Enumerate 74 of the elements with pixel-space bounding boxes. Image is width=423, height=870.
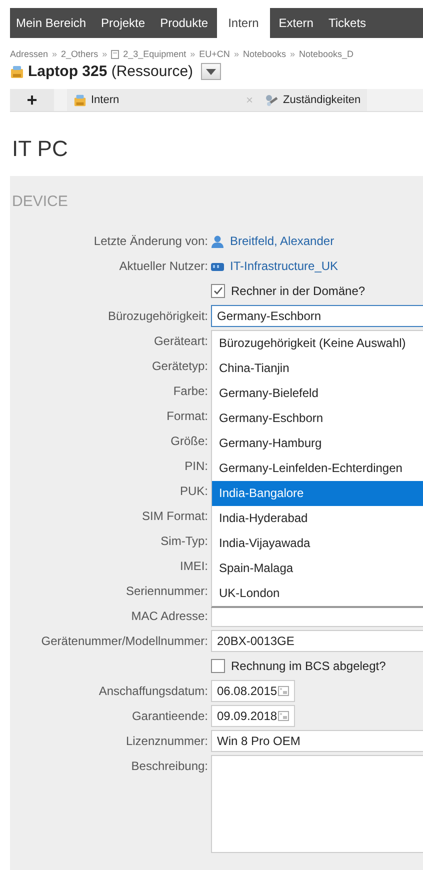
dropdown-option[interactable]: Germany-Bielefeld: [212, 381, 423, 406]
breadcrumb-separator: »: [190, 49, 196, 59]
checkbox[interactable]: [211, 284, 225, 298]
briefcase-icon: [10, 64, 24, 78]
document-icon: [111, 50, 120, 58]
checkbox-label: Rechner in der Domäne?: [231, 284, 366, 298]
field-label: Seriennummer:: [124, 583, 208, 600]
text-field[interactable]: Win 8 Pro OEM: [211, 730, 423, 752]
page-title: IT PC: [11, 135, 69, 163]
dropdown-option[interactable]: India-Vijayawada: [212, 531, 423, 556]
text-field[interactable]: 20BX-0013GE: [211, 630, 423, 652]
breadcrumb-link[interactable]: Notebooks: [242, 49, 286, 59]
tab[interactable]: Intern ×: [67, 89, 259, 111]
field-label: IMEI:: [178, 558, 208, 575]
briefcase-icon: [73, 94, 87, 106]
breadcrumb-link[interactable]: 2_Others: [61, 49, 98, 59]
checkbox-label: Rechnung im BCS abgelegt?: [231, 659, 386, 673]
section-heading: DEVICE: [11, 193, 69, 210]
nav-tab[interactable]: Tickets: [322, 8, 372, 38]
field-label: Garantieende:: [130, 708, 208, 725]
field-label: Format:: [166, 408, 208, 425]
nav-tab[interactable]: Produkte: [154, 8, 214, 38]
field-label: Anschaffungsdatum:: [98, 683, 208, 700]
checkbox[interactable]: [211, 659, 225, 673]
calendar-icon: [278, 686, 289, 696]
record-title: Laptop 325 (Ressource): [28, 63, 194, 80]
date-field[interactable]: 09.09.2018: [211, 705, 295, 727]
nav-tab[interactable]: Mein Bereich: [10, 8, 92, 38]
breadcrumb-separator: »: [234, 49, 239, 59]
field-label: Beschreibung:: [130, 758, 208, 775]
breadcrumb-separator: »: [102, 49, 108, 59]
dropdown-option[interactable]: China-Tianjin: [212, 356, 423, 381]
dropdown-option[interactable]: India-Bangalore: [212, 481, 423, 506]
add-button[interactable]: +: [10, 89, 54, 111]
field-label: Größe:: [170, 433, 208, 450]
breadcrumb-separator: »: [290, 49, 295, 59]
field-label: PUK:: [178, 483, 208, 500]
user-link[interactable]: Breitfeld, Alexander: [211, 234, 334, 248]
dropdown-option[interactable]: UK-London: [212, 581, 423, 606]
group-link[interactable]: IT-Infrastructure_UK: [211, 259, 338, 273]
date-field[interactable]: 06.08.2015: [211, 680, 295, 702]
dropdown-option[interactable]: Germany-Eschborn: [212, 406, 423, 431]
field-label: Geräteart:: [152, 333, 208, 350]
field-label: Gerätetyp:: [150, 358, 208, 375]
field-label: Lizenznummer:: [124, 733, 208, 750]
dropdown-option[interactable]: Germany-Hamburg: [212, 431, 423, 456]
breadcrumb-link[interactable]: EU+CN: [199, 49, 230, 59]
key-icon: [265, 94, 279, 106]
dropdown-option[interactable]: Germany-Leinfelden-Echterdingen: [212, 456, 423, 481]
field-label: SIM Format:: [140, 508, 208, 525]
tab[interactable]: Zuständigkeiten: [259, 89, 367, 111]
field-label: MAC Adresse:: [130, 608, 208, 625]
field-label: Letzte Änderung von:: [92, 233, 208, 250]
breadcrumb-separator: »: [52, 49, 58, 59]
dropdown-button[interactable]: [201, 63, 222, 80]
field-label: Bürozugehörigkeit:: [106, 308, 208, 325]
field-label: Gerätenummer/Modellnummer:: [40, 633, 208, 650]
breadcrumb-link[interactable]: Adressen: [10, 49, 48, 59]
dropdown-option[interactable]: India-Hyderabad: [212, 506, 423, 531]
breadcrumb-link[interactable]: 2_3_Equipment: [123, 49, 186, 59]
breadcrumb-link[interactable]: Notebooks_D: [299, 49, 354, 59]
dropdown-option[interactable]: Bürozugehörigkeit (Keine Auswahl): [212, 331, 423, 356]
select-field[interactable]: Germany-Eschborn: [211, 305, 423, 327]
dropdown-option[interactable]: Spain-Malaga: [212, 556, 423, 581]
field-label: Aktueller Nutzer:: [118, 258, 208, 275]
field-label: PIN:: [184, 458, 208, 475]
field-label: Farbe:: [172, 383, 208, 400]
caret-icon: [206, 68, 216, 74]
nav-tab[interactable]: Extern: [272, 8, 320, 38]
field-label: Sim-Typ:: [160, 533, 208, 550]
nav-tab[interactable]: Projekte: [95, 8, 152, 38]
nav-tab[interactable]: Intern: [217, 8, 270, 38]
calendar-icon: [278, 711, 289, 721]
person-icon: [211, 234, 224, 248]
